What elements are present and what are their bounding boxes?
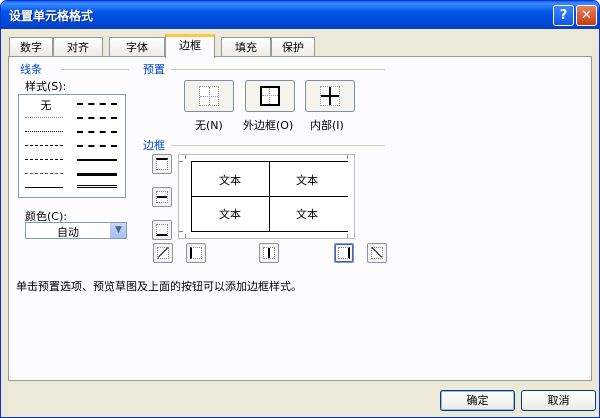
line-style-thin[interactable]: [25, 187, 63, 188]
preview-inside-horizontal-border: [191, 196, 348, 197]
border-right-icon: [338, 247, 350, 259]
line-group-title: 线条: [20, 61, 45, 77]
preset-inside-button[interactable]: [305, 80, 355, 112]
border-right-button[interactable]: [334, 243, 354, 263]
preview-bottom-border: [191, 231, 348, 232]
presets-group-divider: [171, 69, 385, 70]
line-style-none[interactable]: 无: [25, 97, 67, 113]
border-bottom-icon: [156, 224, 168, 236]
line-style-medium-dash-dot[interactable]: [77, 131, 117, 133]
chevron-down-icon[interactable]: ▼: [110, 223, 126, 238]
line-style-medium[interactable]: [77, 159, 117, 161]
line-style-list[interactable]: 无: [18, 94, 126, 198]
presets-group-title: 预置: [143, 61, 168, 77]
border-inside-horizontal-icon: [156, 191, 168, 203]
format-cells-dialog: 设置单元格格式 ? ✕ 数字 对齐 字体 边框 填充 保护 线条 样式(S): …: [0, 0, 600, 418]
tab-fill[interactable]: 填充: [221, 37, 271, 57]
close-button[interactable]: ✕: [576, 5, 597, 26]
preset-none-label: 无(N): [195, 119, 223, 132]
border-inside-vertical-icon: [263, 247, 275, 259]
diagonal-up-icon: [157, 247, 169, 259]
border-left-icon: [190, 247, 202, 259]
preset-outline-button[interactable]: [245, 80, 295, 112]
line-style-dashed[interactable]: [25, 173, 63, 174]
preview-text: 文本: [219, 208, 241, 221]
border-group-divider: [171, 145, 385, 146]
border-bottom-button[interactable]: [152, 220, 172, 240]
border-top-icon: [156, 158, 168, 170]
preset-none-icon: [199, 86, 219, 106]
color-value: 自动: [57, 226, 79, 239]
tab-protection[interactable]: 保护: [271, 37, 315, 57]
preset-inside-icon: [320, 86, 340, 106]
preview-text: 文本: [219, 174, 241, 187]
ok-button[interactable]: 确定: [440, 390, 515, 411]
border-diagonal-down-button[interactable]: [367, 243, 387, 263]
border-inside-horizontal-button[interactable]: [152, 187, 172, 207]
dialog-title: 设置单元格格式: [9, 9, 94, 23]
border-top-button[interactable]: [152, 154, 172, 174]
line-style-hair[interactable]: [25, 117, 63, 118]
preview-text: 文本: [296, 174, 318, 187]
preview-text: 文本: [296, 208, 318, 221]
preset-inside-label: 内部(I): [310, 119, 344, 132]
border-group-title: 边框: [143, 137, 168, 153]
border-preview[interactable]: 文本 文本 文本 文本: [178, 154, 355, 239]
border-left-button[interactable]: [186, 243, 206, 263]
line-style-slanted-dash-dot[interactable]: [77, 117, 117, 119]
tab-alignment[interactable]: 对齐: [53, 37, 103, 57]
color-dropdown[interactable]: 自动 ▼: [25, 222, 127, 239]
preset-none-button[interactable]: [184, 80, 234, 112]
border-inside-vertical-button[interactable]: [259, 243, 279, 263]
tab-font[interactable]: 字体: [109, 37, 165, 57]
tab-border[interactable]: 边框: [165, 34, 215, 58]
help-button[interactable]: ?: [553, 5, 574, 26]
line-style-thick[interactable]: [77, 173, 117, 176]
line-style-dotted[interactable]: [25, 131, 63, 132]
preset-outline-icon: [260, 86, 280, 106]
line-group-divider: [61, 69, 129, 70]
cancel-button[interactable]: 取消: [521, 390, 596, 411]
preset-outline-label: 外边框(O): [243, 119, 294, 132]
line-style-dash-dot-dot[interactable]: [25, 145, 63, 146]
title-bar[interactable]: 设置单元格格式 ? ✕: [1, 1, 599, 29]
border-diagonal-up-button[interactable]: [153, 243, 173, 263]
line-style-medium-dash-dot-dot[interactable]: [77, 103, 117, 105]
hint-text: 单击预置选项、预览草图及上面的按钮可以添加边框样式。: [16, 280, 302, 293]
line-style-dash-dot[interactable]: [25, 159, 63, 160]
line-style-medium-dashed[interactable]: [77, 145, 117, 147]
line-style-double[interactable]: [77, 185, 117, 189]
diagonal-down-icon: [371, 247, 383, 259]
style-label: 样式(S):: [25, 80, 67, 93]
preview-top-border: [191, 161, 348, 162]
tab-number[interactable]: 数字: [9, 37, 53, 57]
